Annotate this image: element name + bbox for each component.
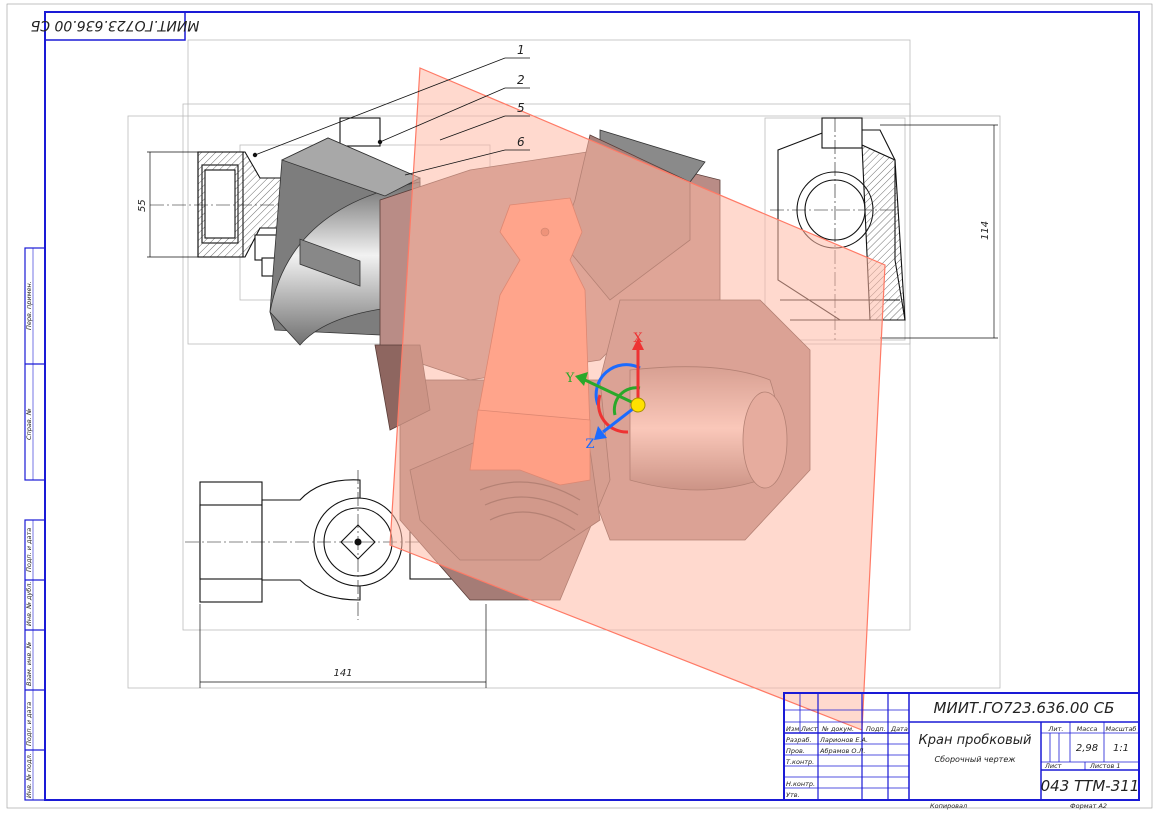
role-1-name: Абрамов О.Л.	[819, 747, 865, 755]
col-label-1: Лист	[800, 725, 818, 733]
side-stamp-label-3: Инв. № дубл.	[25, 582, 33, 626]
col-label-0: Изм.	[786, 725, 801, 733]
dimension-bottom-label: 141	[333, 668, 352, 679]
side-stamp-label-0: Перв. примен.	[25, 281, 33, 330]
col-label-4: Дата	[890, 725, 908, 733]
callout-2: 2	[517, 73, 525, 87]
dimension-right-label: 114	[980, 221, 991, 240]
side-stamp-label-4: Взам. инв. №	[25, 642, 33, 686]
y-axis-label: Y	[565, 371, 575, 386]
side-stamp-label-5: Подп. и дата	[25, 702, 33, 746]
side-stamp-label-6: Инв. № подл.	[25, 753, 33, 798]
side-stamp-label-2: Подп. и дата	[25, 528, 33, 572]
title-block-subtitle: Сборочный чертеж	[935, 755, 1017, 764]
role-0-name: Ларионов Е.А.	[819, 736, 868, 744]
title-block-lit-label: Лит.	[1048, 725, 1064, 733]
title-block-designation: МИИТ.ГО723.636.00 СБ	[934, 699, 1115, 717]
role-1: Пров.	[786, 747, 805, 755]
col-label-3: Подп.	[866, 725, 886, 733]
title-block-sheet-label: Лист	[1044, 762, 1062, 770]
designation-stamp: МИИТ.ГО723.636.00 СБ	[31, 11, 200, 41]
title-block-group: 043 ТТМ-311	[1041, 777, 1140, 795]
dimension-bottom: 141	[199, 604, 487, 688]
role-3: Н.контр.	[786, 780, 815, 788]
dimension-left: 55	[137, 151, 198, 258]
role-0: Разраб.	[786, 736, 812, 744]
format-label: Формат А2	[1070, 802, 1107, 810]
title-block-title: Кран пробковый	[919, 733, 1032, 748]
role-4: Утв.	[786, 791, 800, 799]
callout-5: 5	[517, 101, 525, 115]
title-block-scale-label: Масштаб	[1106, 725, 1137, 733]
side-stamp: Перв. примен. Справ. № Подп. и дата Инв.…	[24, 247, 46, 801]
title-block-sheets-label: Листов 1	[1089, 762, 1120, 770]
z-axis-label: Z	[585, 437, 594, 452]
side-stamp-label-1: Справ. №	[25, 408, 33, 440]
title-block-scale: 1:1	[1113, 743, 1129, 754]
col-label-2: № докум.	[821, 725, 854, 733]
title-block-mass: 2,98	[1076, 743, 1098, 754]
designation-stamp-text: МИИТ.ГО723.636.00 СБ	[31, 17, 200, 33]
x-axis-label: X	[633, 331, 643, 346]
role-2: Т.контр.	[786, 758, 814, 766]
drawing-canvas[interactable]: МИИТ.ГО723.636.00 СБ Перв. примен. Справ…	[0, 0, 1157, 815]
callout-6: 6	[517, 135, 525, 149]
title-block-mass-label: Масса	[1077, 725, 1098, 733]
copied-label: Копировал	[930, 802, 967, 810]
dimension-left-label: 55	[137, 199, 148, 212]
callout-1: 1	[517, 43, 525, 57]
